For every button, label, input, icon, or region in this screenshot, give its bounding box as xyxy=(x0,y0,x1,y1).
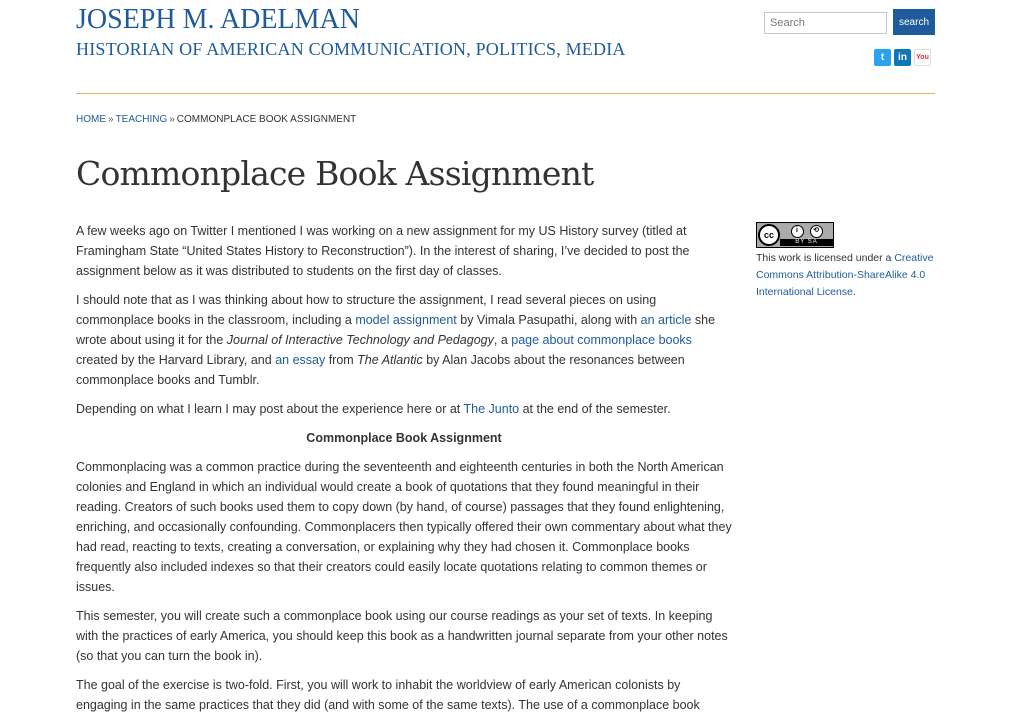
social-links: t in You xyxy=(874,49,931,66)
publication-title: The Atlantic xyxy=(357,353,423,367)
header-divider xyxy=(76,93,935,94)
paragraph-junto: Depending on what I learn I may post abo… xyxy=(76,399,732,419)
text: This work is licensed under a xyxy=(756,252,895,264)
link-an-article[interactable]: an article xyxy=(641,313,692,327)
search-input[interactable] xyxy=(764,12,887,34)
search-button[interactable]: search xyxy=(893,9,935,35)
youtube-icon[interactable]: You xyxy=(914,49,931,66)
attribution-icon: i xyxy=(790,225,804,238)
site-tagline: HISTORIAN OF AMERICAN COMMUNICATION, POL… xyxy=(76,39,626,59)
link-the-junto[interactable]: The Junto xyxy=(464,402,520,416)
linkedin-icon[interactable]: in xyxy=(894,49,911,66)
paragraph-intro: A few weeks ago on Twitter I mentioned I… xyxy=(76,224,690,278)
cc-icon: cc xyxy=(758,224,780,246)
paragraph-sources: I should note that as I was thinking abo… xyxy=(76,290,732,390)
paragraph-semester: This semester, you will create such a co… xyxy=(76,609,728,663)
breadcrumb-separator: » xyxy=(108,114,114,125)
page-title: Commonplace Book Assignment xyxy=(76,154,594,193)
twitter-icon[interactable]: t xyxy=(874,49,891,66)
license-text: This work is licensed under a Creative C… xyxy=(756,250,936,301)
paragraph-goal: The goal of the exercise is two-fold. Fi… xyxy=(76,678,700,712)
cc-badge-text: BY SA xyxy=(780,239,833,246)
breadcrumb-separator: » xyxy=(169,114,175,125)
text: created by the Harvard Library, and xyxy=(76,353,276,367)
share-alike-icon: ⟲ xyxy=(809,225,823,238)
breadcrumb: HOME» TEACHING» COMMONPLACE BOOK ASSIGNMEN… xyxy=(76,114,356,125)
text: , a xyxy=(493,333,512,347)
text: Depending on what I learn I may post abo… xyxy=(76,402,464,416)
cc-icons: i ⟲ xyxy=(790,225,823,238)
article-body: A few weeks ago on Twitter I mentioned I… xyxy=(76,221,732,724)
text: at the end of the semester. xyxy=(519,402,671,416)
link-an-essay[interactable]: an essay xyxy=(275,353,325,367)
cc-license-badge[interactable]: cc i ⟲ BY SA xyxy=(756,222,834,248)
section-heading: Commonplace Book Assignment xyxy=(306,431,502,445)
link-page-about-commonplace-books[interactable]: page about commonplace books xyxy=(511,333,692,347)
paragraph-commonplacing: Commonplacing was a common practice duri… xyxy=(76,460,732,594)
text: from xyxy=(325,353,358,367)
text: . xyxy=(852,286,856,298)
link-model-assignment[interactable]: model assignment xyxy=(355,313,456,327)
journal-title: Journal of Interactive Technology and Pe… xyxy=(226,333,494,347)
breadcrumb-teaching[interactable]: TEACHING xyxy=(116,114,168,125)
sidebar: cc i ⟲ BY SA This work is licensed under… xyxy=(756,222,936,301)
site-name[interactable]: JOSEPH M. ADELMAN xyxy=(76,4,360,36)
breadcrumb-home[interactable]: HOME xyxy=(76,114,106,125)
breadcrumb-current: COMMONPLACE BOOK ASSIGNMENT xyxy=(176,114,357,125)
text: by Vimala Pasupathi, along with xyxy=(456,313,641,327)
cc-badge-right: i ⟲ BY SA xyxy=(780,223,833,247)
